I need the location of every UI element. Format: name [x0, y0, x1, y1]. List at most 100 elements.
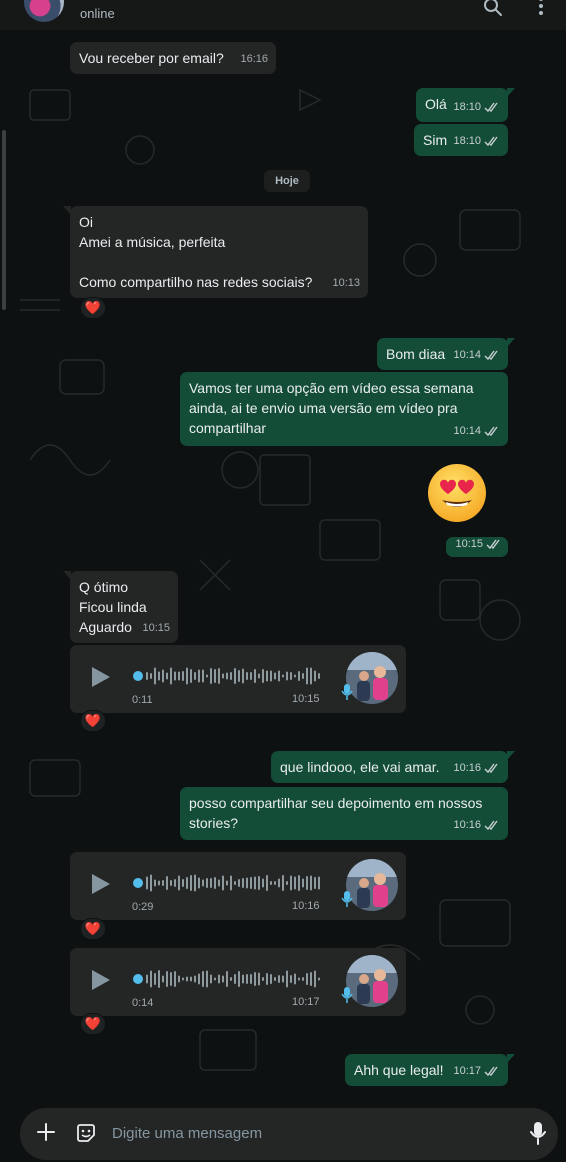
microphone-badge-icon: [341, 684, 353, 700]
waveform-bar: [274, 977, 276, 981]
waveform-bar: [190, 669, 192, 683]
play-icon[interactable]: [90, 872, 112, 896]
waveform-bar: [222, 673, 224, 679]
play-icon[interactable]: [90, 968, 112, 992]
waveform-bar: [314, 970, 316, 988]
heart-eyes-emoji-icon[interactable]: [426, 462, 488, 524]
time-label: 10:14: [453, 349, 481, 361]
voice-message[interactable]: 0:29 10:16: [70, 852, 406, 920]
time-label: 10:14: [453, 425, 481, 437]
time-label: 10:13: [332, 277, 360, 289]
message-incoming[interactable]: Q ótimo Ficou linda Aguardo 10:15: [63, 571, 178, 643]
message-outgoing[interactable]: Olá 18:10: [416, 88, 515, 122]
message-outgoing[interactable]: Ahh que legal! 10:17: [345, 1054, 515, 1086]
message-input[interactable]: [112, 1122, 492, 1144]
playback-position-dot[interactable]: [133, 974, 143, 984]
message-incoming[interactable]: Vou receber por email? 16:16: [70, 42, 276, 74]
waveform-bar: [214, 669, 216, 683]
heart-reaction[interactable]: ❤️: [80, 297, 106, 319]
waveform-bar: [206, 674, 208, 678]
waveform-bar: [150, 970, 152, 988]
waveform-bar: [198, 877, 200, 889]
waveform-bar: [194, 975, 196, 983]
waveform-bar: [178, 671, 180, 681]
heart-reaction[interactable]: ❤️: [80, 710, 106, 732]
waveform-bar: [282, 875, 284, 891]
audio-waveform[interactable]: [132, 665, 320, 687]
waveform-bar: [306, 667, 308, 685]
sticker-icon[interactable]: [74, 1121, 98, 1145]
contact-avatar[interactable]: [24, 0, 64, 22]
voice-message[interactable]: 0:11 10:15: [70, 645, 406, 713]
search-icon[interactable]: [482, 0, 504, 18]
microphone-icon[interactable]: [528, 1121, 548, 1145]
waveform-bar: [242, 878, 244, 888]
read-receipt-icon: [484, 136, 498, 146]
menu-icon[interactable]: [530, 0, 552, 18]
message-outgoing[interactable]: Vamos ter uma opção em vídeo essa semana…: [180, 372, 508, 446]
message-outgoing[interactable]: Bom diaa 10:14: [377, 338, 515, 370]
playback-position-dot[interactable]: [133, 878, 143, 888]
voice-message[interactable]: 0:14 10:17: [70, 948, 406, 1016]
waveform-bar: [246, 877, 248, 889]
heart-reaction[interactable]: ❤️: [80, 1013, 106, 1035]
waveform-bar: [158, 970, 160, 988]
waveform-bar: [266, 670, 268, 682]
chat-header: online: [0, 0, 566, 30]
waveform-bar: [146, 974, 148, 984]
microphone-badge-icon: [341, 891, 353, 907]
message-meta: 10:16: [453, 758, 500, 778]
plus-icon[interactable]: [36, 1122, 56, 1142]
contact-status: online: [80, 6, 115, 21]
waveform-bar: [306, 876, 308, 890]
waveform-bar: [294, 674, 296, 678]
waveform-bar: [146, 672, 148, 680]
time-label: 18:10: [453, 101, 481, 113]
waveform-bar: [282, 674, 284, 678]
message-meta: 10:16: [453, 815, 500, 835]
audio-waveform[interactable]: [132, 872, 320, 894]
waveform-bar: [178, 875, 180, 891]
waveform-bar: [286, 671, 288, 681]
waveform-bar: [270, 670, 272, 682]
message-incoming[interactable]: Oi Amei a música, perfeita Como comparti…: [63, 206, 368, 298]
waveform-bar: [246, 672, 248, 680]
read-receipt-icon: [486, 539, 500, 549]
play-icon[interactable]: [90, 665, 112, 689]
message-outgoing[interactable]: que lindooo, ele vai amar. 10:16: [271, 751, 515, 783]
message-outgoing[interactable]: Sim 18:10: [414, 124, 508, 156]
waveform-bar: [250, 974, 252, 984]
waveform-bar: [218, 668, 220, 684]
waveform-bar: [298, 977, 300, 981]
chat-window: online Vou receber por email? 16:16 Olá …: [0, 0, 566, 1162]
time-label: 10:15: [292, 693, 320, 705]
message-meta: 10:14: [453, 421, 500, 441]
emoji-message-meta[interactable]: 10:15: [446, 537, 508, 557]
waveform-bar: [222, 975, 224, 983]
waveform-bar: [262, 878, 264, 888]
waveform-bar: [250, 877, 252, 889]
waveform-bar: [290, 875, 292, 891]
playback-position-dot[interactable]: [133, 671, 143, 681]
waveform-bar: [194, 874, 196, 892]
audio-waveform[interactable]: [132, 968, 320, 990]
waveform-bar: [206, 970, 208, 988]
message-meta: 10:13: [332, 273, 360, 293]
time-label: 10:16: [453, 819, 481, 831]
message-outgoing[interactable]: posso compartilhar seu depoimento em nos…: [180, 787, 508, 840]
waveform-bar: [278, 670, 280, 682]
waveform-bar: [210, 974, 212, 984]
waveform-bar: [250, 672, 252, 680]
waveform-bar: [302, 673, 304, 679]
waveform-bar: [234, 881, 236, 885]
scrollbar[interactable]: [2, 130, 6, 310]
waveform-bar: [150, 874, 152, 892]
waveform-bar: [186, 976, 188, 982]
waveform-bar: [238, 670, 240, 682]
waveform-bar: [314, 877, 316, 889]
message-time: 16:16: [240, 49, 268, 69]
heart-reaction[interactable]: ❤️: [80, 918, 106, 940]
read-receipt-icon: [484, 820, 498, 830]
waveform-bar: [302, 977, 304, 981]
time-label: 18:10: [453, 135, 481, 147]
